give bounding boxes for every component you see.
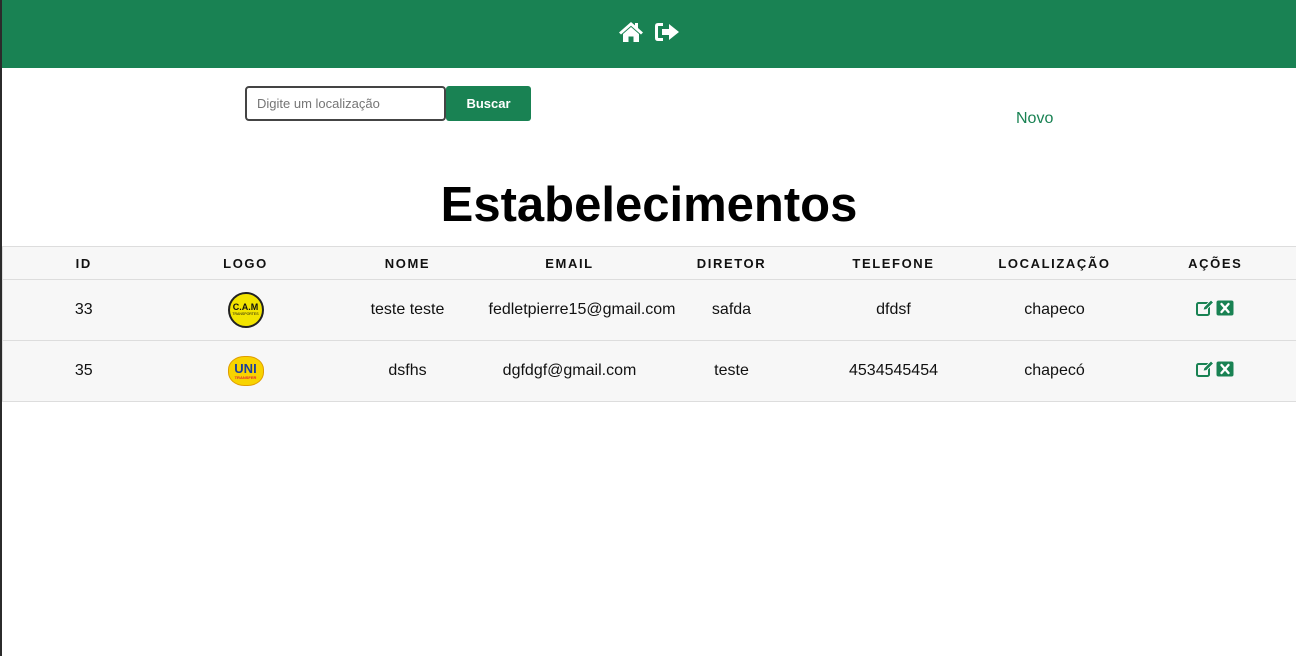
- home-icon[interactable]: [618, 19, 644, 45]
- table-row: 33 C.A.M TRANSPORTES teste teste fedletp…: [2, 279, 1296, 341]
- row-actions: [1196, 360, 1234, 377]
- header-logo[interactable]: LOGO: [164, 246, 327, 280]
- new-link[interactable]: Novo: [1016, 110, 1053, 128]
- header-email[interactable]: EMAIL: [488, 246, 651, 280]
- search-button[interactable]: Buscar: [446, 86, 531, 121]
- cell-logo: C.A.M TRANSPORTES: [164, 279, 327, 341]
- page: Buscar Novo Estabelecimentos ID LOGO NOM…: [0, 0, 1296, 656]
- cell-acoes: [1134, 340, 1296, 402]
- header-id[interactable]: ID: [2, 246, 165, 280]
- cell-localizacao: chapecó: [974, 340, 1135, 402]
- cell-telefone: dfdsf: [812, 279, 975, 341]
- cell-email: fedletpierre15@gmail.com: [488, 279, 676, 341]
- cell-nome: teste teste: [326, 279, 489, 341]
- header-telefone[interactable]: TELEFONE: [812, 246, 975, 280]
- cell-email: dgfdgf@gmail.com: [488, 340, 651, 402]
- logo-image: C.A.M TRANSPORTES: [227, 292, 264, 328]
- establishments-table: ID LOGO NOME EMAIL DIRETOR TELEFONE LOCA…: [2, 246, 1296, 402]
- search-bar: Buscar Novo: [2, 68, 1296, 164]
- logout-icon[interactable]: [654, 19, 680, 45]
- header-localizacao[interactable]: LOCALIZAÇÃO: [974, 246, 1135, 280]
- table-row: 35 UNI TRANSFER dsfhs dgfdgf@gmail.com t…: [2, 340, 1296, 402]
- cell-localizacao: chapeco: [974, 279, 1135, 341]
- header-diretor[interactable]: DIRETOR: [650, 246, 813, 280]
- logo-text: C.A.M: [232, 302, 259, 313]
- logo-subtext: TRANSPORTES: [232, 312, 259, 317]
- cell-diretor: teste: [650, 340, 813, 402]
- row-actions: [1196, 299, 1234, 316]
- logo-text: UNI: [234, 361, 257, 376]
- cell-logo: UNI TRANSFER: [164, 340, 327, 402]
- logo-image: UNI TRANSFER: [227, 356, 264, 386]
- header-acoes: AÇÕES: [1134, 246, 1296, 280]
- edit-icon[interactable]: [1196, 360, 1215, 377]
- logo-subtext: TRANSFER: [234, 375, 257, 380]
- delete-icon[interactable]: [1216, 361, 1234, 377]
- page-title: Estabelecimentos: [440, 178, 858, 232]
- cell-id: 33: [2, 279, 165, 341]
- cell-id: 35: [2, 340, 165, 402]
- cell-telefone: 4534545454: [812, 340, 975, 402]
- search-input[interactable]: [245, 86, 446, 121]
- top-navbar: [2, 0, 1296, 68]
- cell-nome: dsfhs: [326, 340, 489, 402]
- delete-icon[interactable]: [1216, 300, 1234, 316]
- edit-icon[interactable]: [1196, 299, 1215, 316]
- cell-acoes: [1134, 279, 1296, 341]
- header-nome[interactable]: NOME: [326, 246, 489, 280]
- table-header-row: ID LOGO NOME EMAIL DIRETOR TELEFONE LOCA…: [2, 246, 1296, 280]
